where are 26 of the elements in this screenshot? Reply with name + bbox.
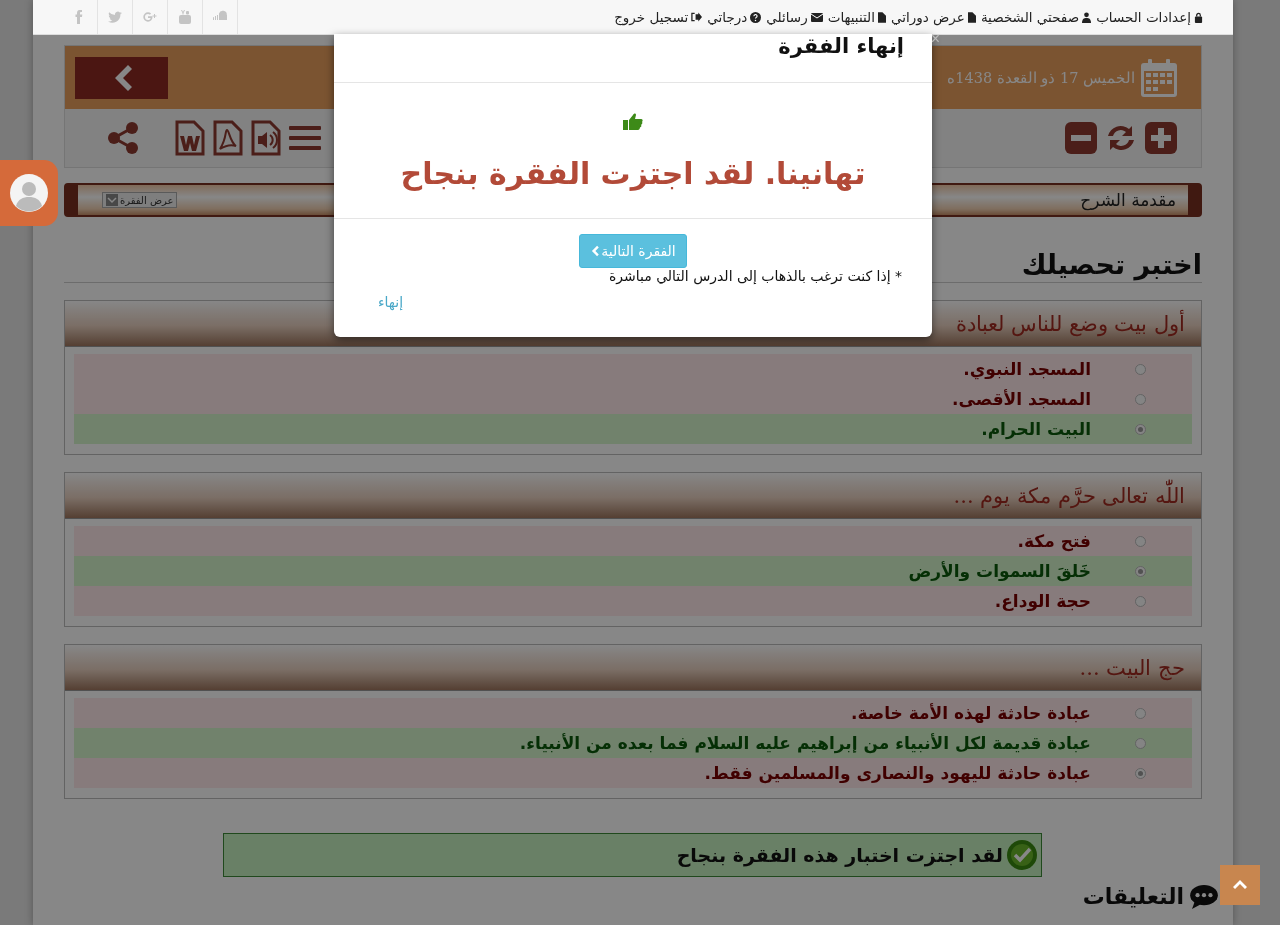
nav-link[interactable]: تسجيل خروج [614,9,703,25]
nav-link[interactable]: التنبيهات [827,9,886,25]
answer-text: حجة الوداع. [994,591,1091,611]
answer-text: عبادة قديمة لكل الأنبياء من إبراهيم عليه السلام فما بعده من الأنبياء. [519,733,1091,753]
comments-heading: التعليقات [1082,883,1184,911]
answer-text: فتح مكة. [1017,531,1091,551]
nav-link[interactable]: درجاتي [707,9,762,25]
section-title: مقدمة الشرح [1080,190,1176,210]
answer-text: البيت الحرام. [981,419,1091,439]
answer-text: المسجد الأقصى. [952,389,1091,409]
date-text: الخميس 17 ذو القعدة 1438ه [947,69,1135,86]
question-text: حج البيت ... [1079,655,1185,680]
nav-link[interactable]: إعدادات الحساب [1096,9,1203,25]
show-paragraph-button[interactable]: عرض الفقرة [102,192,178,208]
nav-link[interactable]: صفحتي الشخصية [980,9,1092,25]
nav-link[interactable]: عرض دوراتي [890,9,976,25]
answer-text: المسجد النبوي. [963,359,1091,379]
nav-link[interactable]: رسائلي [766,9,823,25]
modal-title: إنهاء الفقرة [778,34,904,58]
success-message: تهانينا. لقد اجتزت الفقرة بنجاح [400,156,866,191]
answer-text: عبادة حادثة لليهود والنصارى والمسلمين فقط. [704,763,1091,783]
result-text: لقد اجتزت اختبار هذه الفقرة بنجاح [676,844,1003,866]
answer-text: خَلقَ السموات والأرض [908,561,1091,581]
note-text: * إذا كنت ترغب بالذهاب إلى الدرس التالي مباشرة [608,268,902,284]
question-text: أول بيت وضع للناس لعبادة [956,311,1185,336]
answer-text: عبادة حادثة لهذه الأمة خاصة. [850,703,1091,723]
